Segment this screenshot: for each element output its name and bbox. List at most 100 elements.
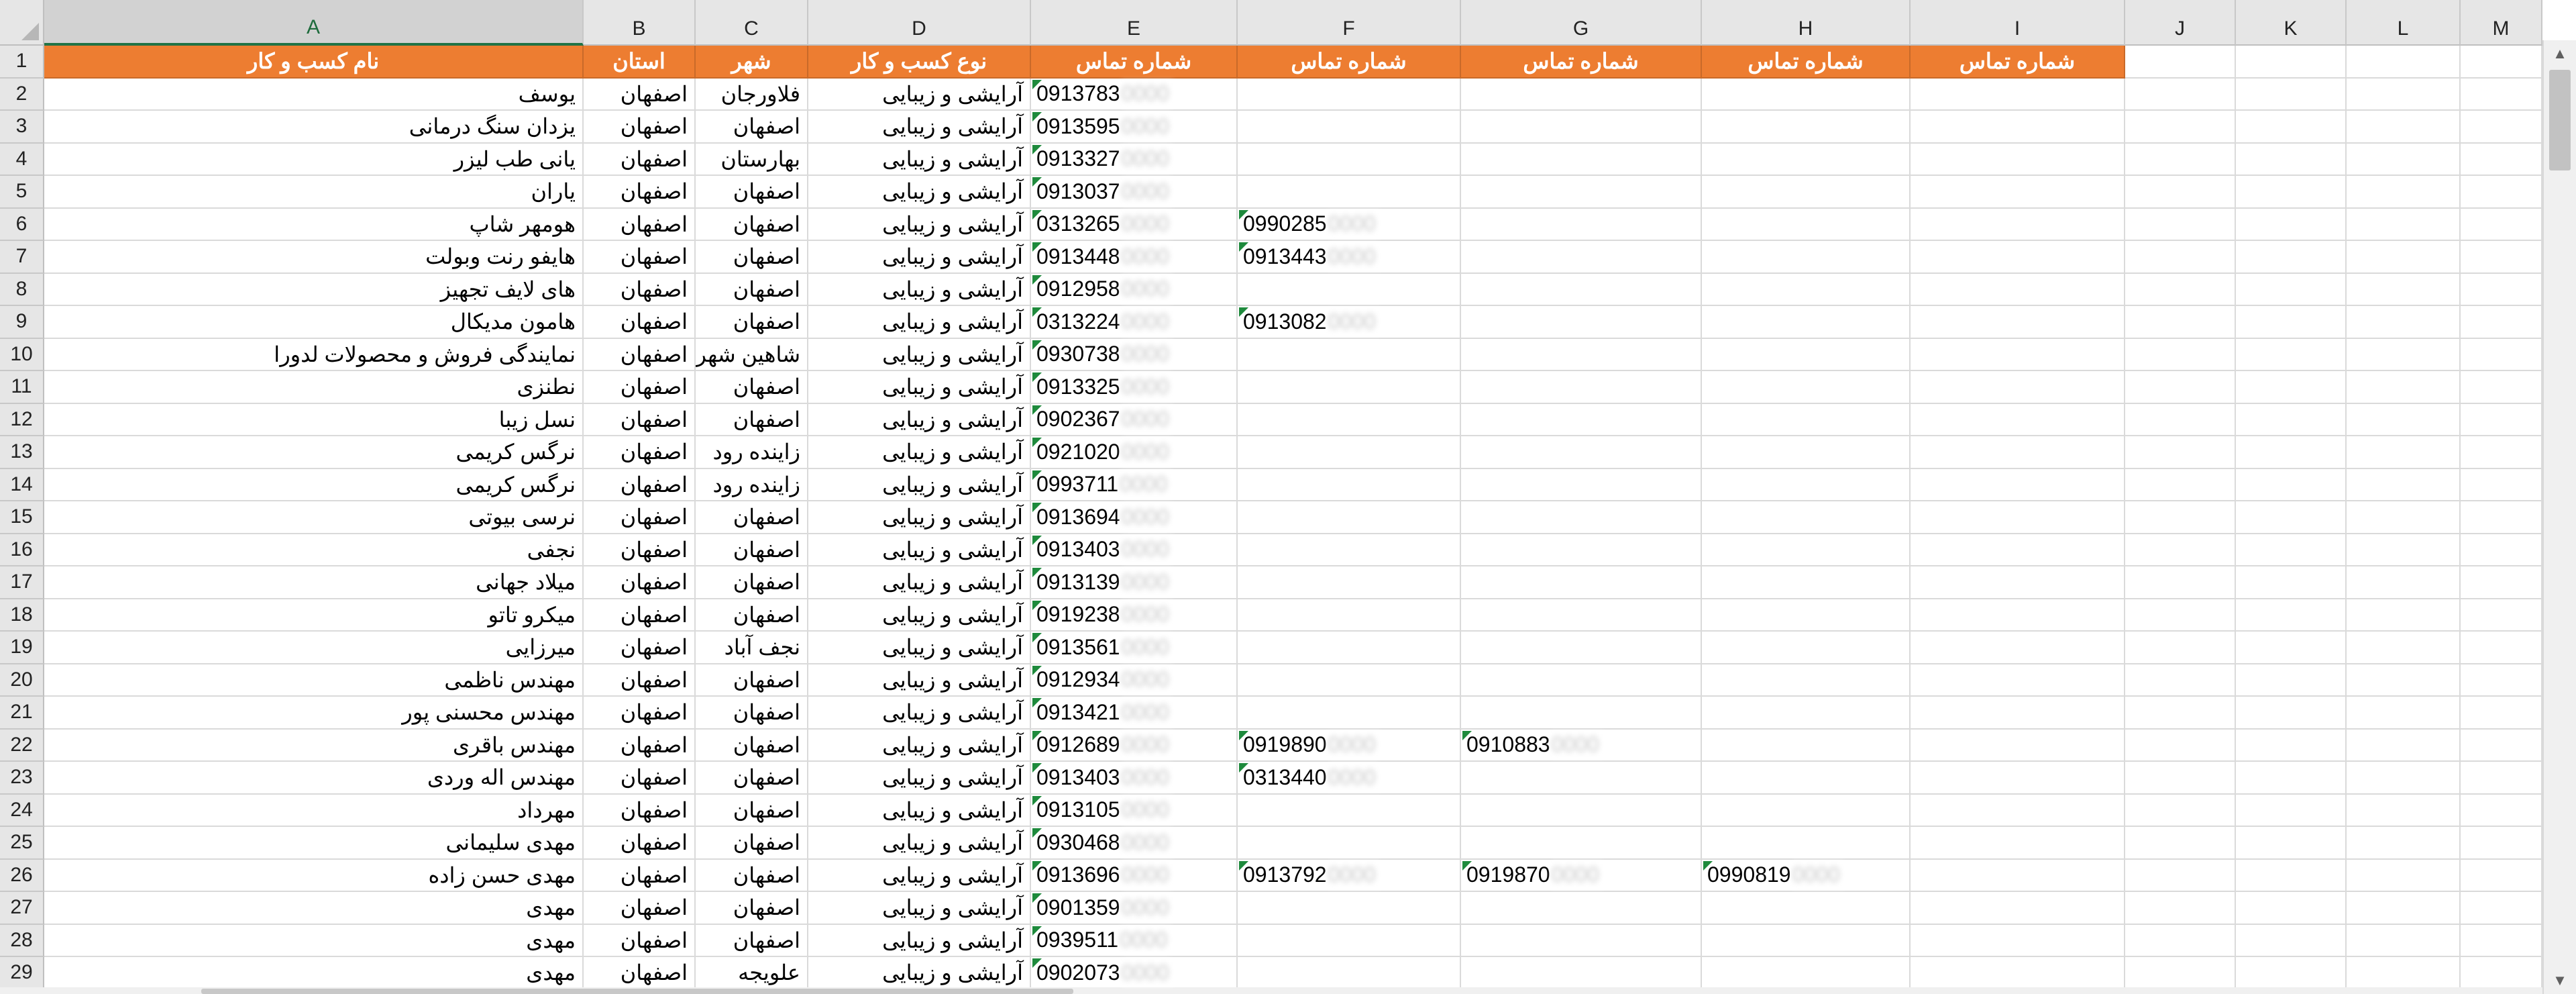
cell-b26-province[interactable]: اصفهان (584, 859, 696, 892)
cell-k22[interactable] (2236, 729, 2347, 762)
cell-k7[interactable] (2236, 241, 2347, 274)
cell-k10[interactable] (2236, 338, 2347, 371)
cell-a22-business-name[interactable]: مهندس باقری (44, 729, 584, 762)
cell-k24[interactable] (2236, 794, 2347, 827)
cell-h27-phone[interactable] (1702, 892, 1911, 925)
cell-m1[interactable] (2461, 46, 2542, 79)
cell-f16-phone[interactable] (1238, 534, 1461, 566)
cell-l9[interactable] (2347, 306, 2461, 339)
cell-c6-city[interactable]: اصفهان (696, 208, 808, 241)
cell-f7-phone[interactable]: 0913443 0000 (1238, 241, 1461, 274)
cell-l5[interactable] (2347, 176, 2461, 209)
cell-c16-city[interactable]: اصفهان (696, 534, 808, 566)
cell-a8-business-name[interactable]: های لایف تجهیز (44, 273, 584, 306)
cell-m10[interactable] (2461, 338, 2542, 371)
cell-b23-province[interactable]: اصفهان (584, 762, 696, 795)
cell-i7-phone[interactable] (1911, 241, 2125, 274)
cell-k11[interactable] (2236, 371, 2347, 404)
cell-i22-phone[interactable] (1911, 729, 2125, 762)
cell-l3[interactable] (2347, 111, 2461, 144)
cell-j7[interactable] (2125, 241, 2236, 274)
row-header-20[interactable]: 20 (0, 664, 44, 697)
cell-e18-phone[interactable]: 0919238 0000 (1031, 599, 1238, 632)
cell-e14-phone[interactable]: 0993711 0000 (1031, 468, 1238, 501)
row-header-1[interactable]: 1 (0, 46, 44, 79)
cell-f20-phone[interactable] (1238, 664, 1461, 697)
row-header-9[interactable]: 9 (0, 306, 44, 339)
cell-l24[interactable] (2347, 794, 2461, 827)
cell-d12-business-type[interactable]: آرایشی و زیبایی (808, 403, 1031, 436)
cell-j13[interactable] (2125, 436, 2236, 469)
cell-m7[interactable] (2461, 241, 2542, 274)
cell-b19-province[interactable]: اصفهان (584, 632, 696, 664)
cell-f19-phone[interactable] (1238, 632, 1461, 664)
row-header-21[interactable]: 21 (0, 697, 44, 730)
cell-l22[interactable] (2347, 729, 2461, 762)
cell-a24-business-name[interactable]: مهرداد (44, 794, 584, 827)
cell-e17-phone[interactable]: 0913139 0000 (1031, 566, 1238, 599)
cell-m3[interactable] (2461, 111, 2542, 144)
cell-k19[interactable] (2236, 632, 2347, 664)
cell-b13-province[interactable]: اصفهان (584, 436, 696, 469)
cell-l29[interactable] (2347, 957, 2461, 990)
cell-a29-business-name[interactable]: مهدی (44, 957, 584, 990)
cell-h20-phone[interactable] (1702, 664, 1911, 697)
cell-f6-phone[interactable]: 0990285 0000 (1238, 208, 1461, 241)
cell-k27[interactable] (2236, 892, 2347, 925)
cell-g4-phone[interactable] (1461, 143, 1702, 176)
cell-i4-phone[interactable] (1911, 143, 2125, 176)
cell-g12-phone[interactable] (1461, 403, 1702, 436)
cell-b27-province[interactable]: اصفهان (584, 892, 696, 925)
row-header-15[interactable]: 15 (0, 501, 44, 534)
cell-m20[interactable] (2461, 664, 2542, 697)
row-header-24[interactable]: 24 (0, 794, 44, 827)
cell-h19-phone[interactable] (1702, 632, 1911, 664)
header-cell-b[interactable]: استان (584, 46, 696, 79)
column-header-d[interactable]: D (808, 0, 1031, 46)
cell-c18-city[interactable]: اصفهان (696, 599, 808, 632)
cell-c27-city[interactable]: اصفهان (696, 892, 808, 925)
cell-f14-phone[interactable] (1238, 468, 1461, 501)
cell-m25[interactable] (2461, 827, 2542, 860)
cell-m5[interactable] (2461, 176, 2542, 209)
cell-g18-phone[interactable] (1461, 599, 1702, 632)
cell-k3[interactable] (2236, 111, 2347, 144)
cell-m9[interactable] (2461, 306, 2542, 339)
cell-a25-business-name[interactable]: مهدی سلیمانی (44, 827, 584, 860)
cell-c15-city[interactable]: اصفهان (696, 501, 808, 534)
cell-f25-phone[interactable] (1238, 827, 1461, 860)
cell-k2[interactable] (2236, 78, 2347, 111)
cell-d27-business-type[interactable]: آرایشی و زیبایی (808, 892, 1031, 925)
cell-m27[interactable] (2461, 892, 2542, 925)
cell-h7-phone[interactable] (1702, 241, 1911, 274)
cell-d25-business-type[interactable]: آرایشی و زیبایی (808, 827, 1031, 860)
cell-h2-phone[interactable] (1702, 78, 1911, 111)
row-header-7[interactable]: 7 (0, 241, 44, 274)
cell-g9-phone[interactable] (1461, 306, 1702, 339)
cell-l27[interactable] (2347, 892, 2461, 925)
cell-g25-phone[interactable] (1461, 827, 1702, 860)
cell-k29[interactable] (2236, 957, 2347, 990)
cell-i6-phone[interactable] (1911, 208, 2125, 241)
cell-a21-business-name[interactable]: مهندس محسنی پور (44, 697, 584, 730)
cell-f18-phone[interactable] (1238, 599, 1461, 632)
cell-m6[interactable] (2461, 208, 2542, 241)
cell-b3-province[interactable]: اصفهان (584, 111, 696, 144)
cell-a9-business-name[interactable]: هامون مدیکال (44, 306, 584, 339)
cell-f17-phone[interactable] (1238, 566, 1461, 599)
cell-i16-phone[interactable] (1911, 534, 2125, 566)
cell-c14-city[interactable]: زاینده رود (696, 468, 808, 501)
column-header-l[interactable]: L (2347, 0, 2461, 46)
cell-d28-business-type[interactable]: آرایشی و زیبایی (808, 924, 1031, 957)
cell-g26-phone[interactable]: 0919870 0000 (1461, 859, 1702, 892)
cell-b12-province[interactable]: اصفهان (584, 403, 696, 436)
cell-h9-phone[interactable] (1702, 306, 1911, 339)
cell-i12-phone[interactable] (1911, 403, 2125, 436)
cell-l20[interactable] (2347, 664, 2461, 697)
cell-c23-city[interactable]: اصفهان (696, 762, 808, 795)
cell-l4[interactable] (2347, 143, 2461, 176)
cell-d16-business-type[interactable]: آرایشی و زیبایی (808, 534, 1031, 566)
column-header-e[interactable]: E (1031, 0, 1238, 46)
vertical-scroll-thumb[interactable] (2549, 70, 2571, 170)
cell-b17-province[interactable]: اصفهان (584, 566, 696, 599)
